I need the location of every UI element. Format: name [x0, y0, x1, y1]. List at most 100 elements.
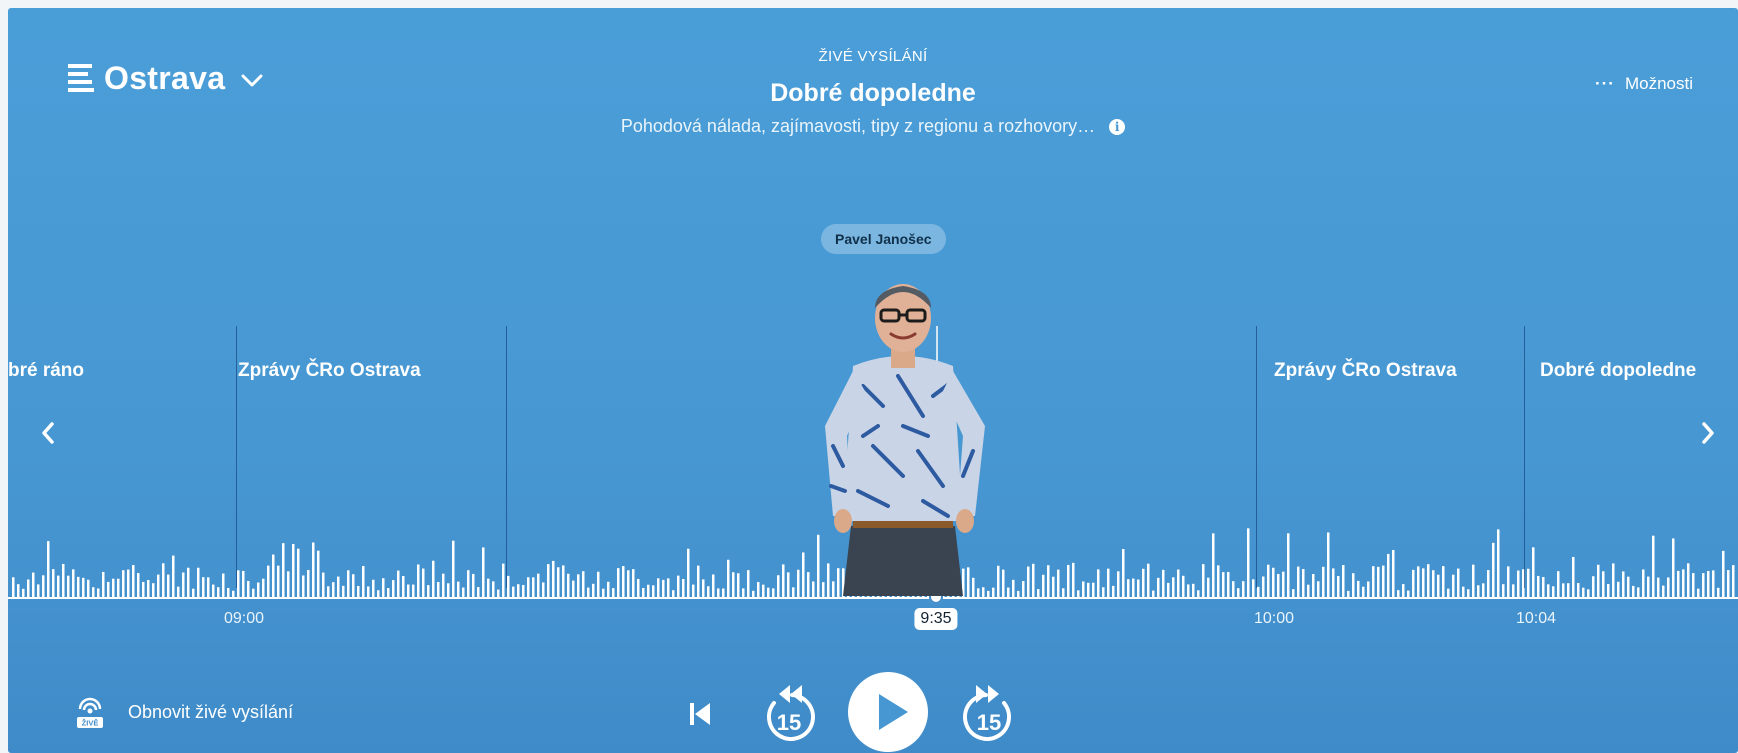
waveform-bar — [1497, 529, 1500, 597]
waveform-bar — [1372, 566, 1375, 597]
waveform-bar — [637, 578, 640, 597]
waveform-bar — [417, 564, 420, 597]
rewind-15-button[interactable]: 15 — [760, 681, 818, 747]
waveform-bar — [1162, 569, 1165, 597]
waveform-bar — [1487, 570, 1490, 597]
live-badge-text: ŽIVĚ — [82, 719, 99, 728]
waveform-bar — [1037, 589, 1040, 597]
waveform-bar — [1607, 584, 1610, 597]
waveform-bar — [702, 579, 705, 597]
waveform-bar — [787, 572, 790, 597]
segment-label[interactable]: bré ráno — [8, 360, 84, 382]
waveform-bar — [1612, 563, 1615, 597]
waveform-bar — [672, 590, 675, 597]
waveform-bar — [697, 565, 700, 597]
waveform-bar — [1297, 566, 1300, 597]
waveform-bar — [1662, 585, 1665, 597]
waveform-bar — [1577, 583, 1580, 597]
waveform-bar — [1727, 570, 1730, 597]
waveform-bar — [377, 590, 380, 597]
waveform-bar — [1502, 584, 1505, 597]
waveform-bar — [1087, 582, 1090, 597]
waveform-bar — [282, 543, 285, 597]
waveform-bar — [1067, 564, 1070, 597]
chevron-left-icon[interactable] — [38, 420, 58, 446]
host-photo — [825, 284, 985, 596]
waveform-bar — [1507, 566, 1510, 597]
waveform-bar — [657, 578, 660, 597]
waveform-bar — [307, 569, 310, 597]
waveform-bar — [582, 571, 585, 597]
waveform-bar — [392, 580, 395, 597]
waveform-bar — [82, 577, 85, 597]
waveform-bar — [1512, 584, 1515, 597]
waveform-bar — [432, 560, 435, 597]
waveform-bar — [132, 565, 135, 597]
waveform-bar — [1697, 588, 1700, 597]
waveform-bar — [627, 570, 630, 597]
waveform-bar — [442, 573, 445, 597]
waveform-bar — [1667, 577, 1670, 597]
waveform-bar — [1232, 581, 1235, 597]
more-dots-icon: ··· — [1594, 74, 1615, 93]
waveform-bar — [517, 584, 520, 597]
play-button[interactable] — [848, 672, 928, 752]
waveform-bar — [402, 575, 405, 597]
skip-to-start-icon[interactable] — [688, 701, 712, 727]
waveform-bar — [12, 577, 15, 597]
waveform-bar — [1437, 574, 1440, 597]
waveform-bar — [1332, 568, 1335, 597]
waveform-bar — [142, 581, 145, 597]
info-icon[interactable]: i — [1109, 118, 1126, 135]
forward-seconds-label: 15 — [977, 710, 1001, 735]
options-button[interactable]: ··· Možnosti — [1595, 74, 1693, 94]
waveform-bar — [1302, 568, 1305, 597]
waveform-bar — [1457, 568, 1460, 597]
waveform-bar — [707, 586, 710, 597]
waveform-bar — [617, 568, 620, 597]
waveform-bar — [1632, 585, 1635, 597]
waveform-bar — [717, 588, 720, 597]
waveform-bar — [1032, 563, 1035, 597]
chevron-right-icon[interactable] — [1698, 420, 1718, 446]
waveform-bar — [272, 554, 275, 597]
waveform-bar — [372, 579, 375, 597]
waveform-bar — [737, 573, 740, 597]
waveform-bar — [552, 560, 555, 597]
forward-15-button[interactable]: 15 — [960, 681, 1018, 747]
waveform-bar — [1532, 547, 1535, 597]
waveform-bar — [212, 584, 215, 597]
current-time-badge: 9:35 — [914, 608, 958, 630]
segment-label[interactable]: Zprávy ČRo Ostrava — [1274, 360, 1457, 382]
waveform-bar — [47, 541, 50, 597]
waveform-bar — [1417, 566, 1420, 597]
waveform-bar — [1557, 571, 1560, 597]
waveform-bar — [1147, 563, 1150, 597]
waveform-bar — [1542, 576, 1545, 597]
waveform-bar — [407, 584, 410, 597]
waveform-bar — [1167, 582, 1170, 597]
waveform-bar — [1597, 564, 1600, 597]
waveform-bar — [727, 559, 730, 597]
waveform-bar — [1102, 587, 1105, 597]
segment-label[interactable]: Zprávy ČRo Ostrava — [238, 360, 421, 382]
waveform-bar — [1582, 587, 1585, 597]
time-tick: 09:00 — [223, 610, 265, 627]
waveform-bar — [762, 584, 765, 597]
waveform-bar — [1207, 577, 1210, 597]
waveform-bar — [1117, 571, 1120, 597]
restore-live-button[interactable]: ŽIVĚ Obnovit živé vysílání — [74, 694, 293, 730]
segment-label[interactable]: Dobré dopoledne — [1540, 360, 1696, 382]
waveform-bar — [1217, 565, 1220, 597]
waveform-bar — [387, 588, 390, 597]
time-tick: 10:04 — [1515, 610, 1557, 627]
waveform-bar — [622, 566, 625, 597]
waveform-bar — [22, 588, 25, 597]
waveform-bar — [1022, 581, 1025, 597]
waveform-bar — [522, 584, 525, 597]
waveform-bar — [1252, 579, 1255, 597]
segment-divider — [236, 326, 237, 588]
waveform-bar — [242, 570, 245, 597]
waveform-bar — [207, 577, 210, 597]
waveform-bar — [472, 573, 475, 597]
